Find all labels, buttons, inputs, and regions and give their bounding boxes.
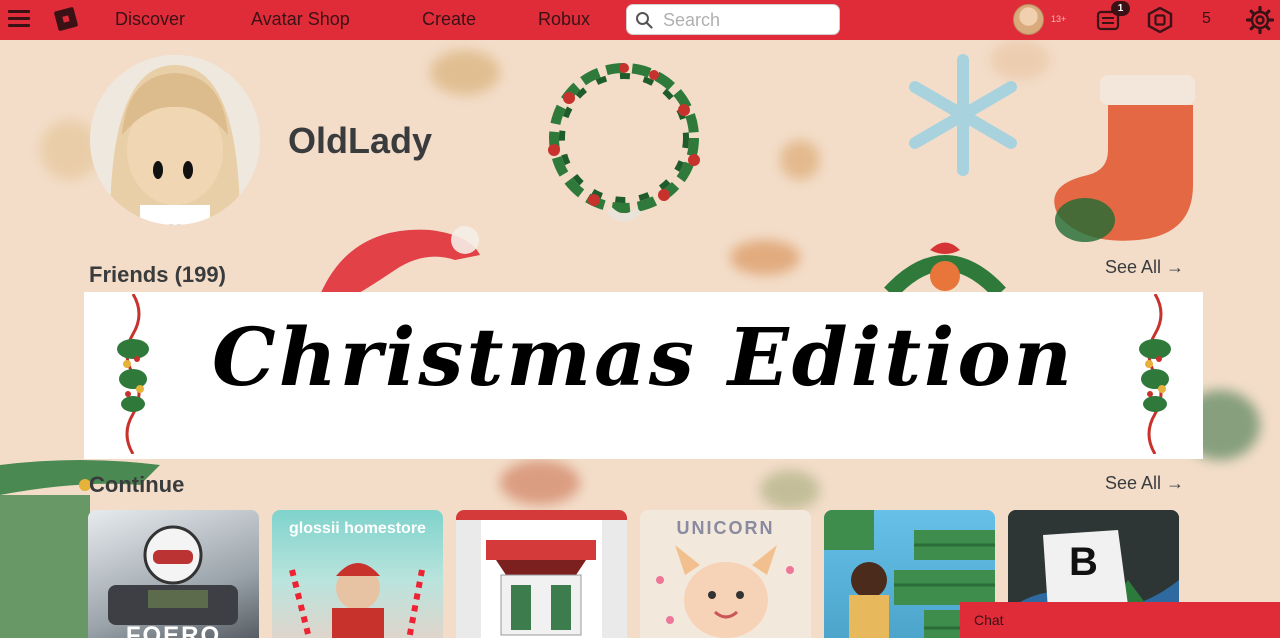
background-ornament <box>430 50 500 95</box>
friends-see-all-link[interactable]: See All → <box>1105 257 1184 278</box>
roblox-logo[interactable] <box>53 6 79 32</box>
search-bar[interactable] <box>626 4 840 35</box>
nav-link-discover[interactable]: Discover <box>115 9 185 30</box>
background-ornament <box>760 470 820 510</box>
christmas-wreath-image <box>548 63 700 222</box>
christmas-edition-banner: Christmas Edition <box>84 292 1203 459</box>
background-ornament <box>730 240 800 275</box>
bell-wreath-image <box>884 242 1006 293</box>
profile-avatar[interactable] <box>90 55 260 225</box>
game-thumbnail <box>456 510 627 638</box>
game-tile[interactable]: UNICORN <box>640 510 811 638</box>
robux-balance[interactable]: 5 <box>1202 10 1211 28</box>
stocking-image <box>1054 75 1195 242</box>
nav-link-create[interactable]: Create <box>422 9 476 30</box>
banner-title: Christmas Edition <box>212 310 1075 404</box>
background-ornament <box>780 140 820 180</box>
search-icon <box>636 12 653 29</box>
game-thumbnail <box>108 525 238 625</box>
nav-link-robux[interactable]: Robux <box>538 9 590 30</box>
hamburger-menu-icon[interactable] <box>8 10 30 30</box>
chat-label: Chat <box>974 612 1004 628</box>
game-tile[interactable] <box>456 510 627 638</box>
chat-bar[interactable]: Chat <box>960 602 1280 638</box>
continue-see-all-link[interactable]: See All → <box>1105 473 1184 494</box>
game-tile-title: UNICORN <box>676 518 775 538</box>
notification-badge: 1 <box>1111 1 1130 16</box>
search-input[interactable] <box>663 9 833 31</box>
top-navigation-bar: Discover Avatar Shop Create Robux 13+ 1 … <box>0 0 1280 40</box>
gear-icon[interactable] <box>1246 6 1274 34</box>
continue-section-title: Continue <box>89 472 185 497</box>
game-tile[interactable]: glossii homestore <box>272 510 443 638</box>
garland-right-icon <box>1139 294 1171 454</box>
friends-section-title: Friends (199) <box>89 262 226 287</box>
background-ornament <box>500 460 580 505</box>
game-tile-title: B <box>1069 540 1098 584</box>
nav-link-avatar-shop[interactable]: Avatar Shop <box>251 9 350 30</box>
user-avatar-thumbnail[interactable] <box>1013 4 1044 35</box>
age-label: 13+ <box>1051 14 1067 24</box>
game-tile[interactable]: FOERO <box>88 510 259 638</box>
snowflake-image <box>909 54 1017 176</box>
game-tile-title: FOERO <box>125 622 222 638</box>
game-tile-title: glossii homestore <box>289 520 426 537</box>
robux-icon[interactable] <box>1147 7 1173 33</box>
santa-hat-image <box>320 226 480 295</box>
profile-username: OldLady <box>288 120 433 161</box>
avatar-image <box>90 55 260 225</box>
